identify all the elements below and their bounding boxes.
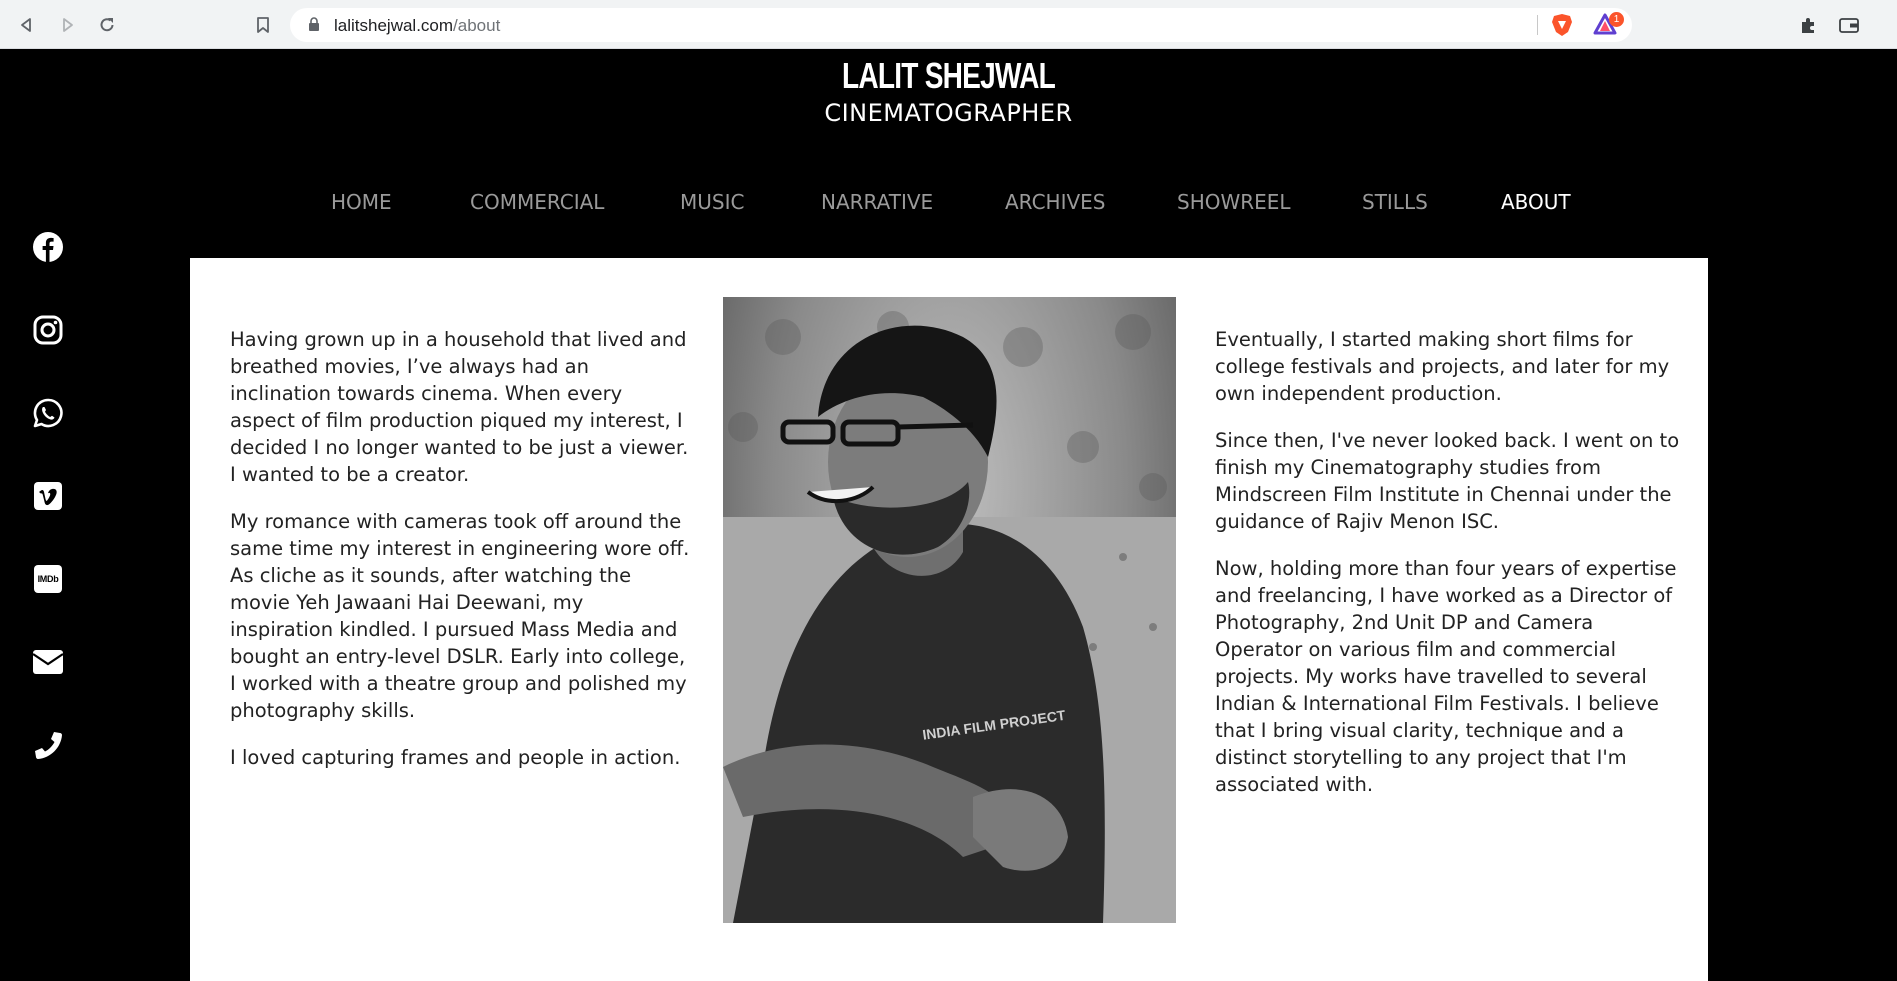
extensions-icon[interactable]: [1795, 12, 1821, 38]
about-paragraph: Eventually, I started making short films…: [1215, 328, 1670, 405]
instagram-icon[interactable]: [28, 310, 68, 350]
forward-icon[interactable]: [54, 12, 80, 38]
browser-toolbar: lalitshejwal.com/about 1: [0, 0, 1897, 49]
brave-rewards-icon[interactable]: 1: [1593, 12, 1625, 37]
imdb-label: IMDb: [34, 565, 62, 593]
bookmark-icon[interactable]: [250, 12, 276, 38]
about-right-column: Eventually, I started making short films…: [1215, 326, 1680, 818]
nav-music[interactable]: MUSIC: [680, 190, 744, 214]
omnibox-divider: [1537, 15, 1538, 35]
about-paragraph: Now, holding more than four years of exp…: [1215, 557, 1677, 796]
about-paragraph: Since then, I've never looked back. I we…: [1215, 429, 1680, 533]
nav-showreel[interactable]: SHOWREEL: [1177, 190, 1291, 214]
brave-shields-icon[interactable]: [1551, 13, 1573, 41]
address-bar[interactable]: lalitshejwal.com/about 1: [290, 8, 1632, 42]
facebook-icon[interactable]: [28, 227, 68, 267]
reload-icon[interactable]: [94, 12, 120, 38]
main-nav: HOME COMMERCIAL MUSIC NARRATIVE ARCHIVES…: [0, 190, 1897, 220]
about-content: Having grown up in a household that live…: [190, 258, 1708, 981]
nav-commercial[interactable]: COMMERCIAL: [470, 190, 604, 214]
url-domain: lalitshejwal.com: [334, 16, 454, 35]
back-icon[interactable]: [14, 12, 40, 38]
nav-archives[interactable]: ARCHIVES: [1005, 190, 1106, 214]
nav-home[interactable]: HOME: [331, 190, 392, 214]
nav-narrative[interactable]: NARRATIVE: [821, 190, 933, 214]
about-left-column: Having grown up in a household that live…: [230, 326, 690, 791]
email-icon[interactable]: [28, 642, 68, 682]
about-paragraph: I loved capturing frames and people in a…: [230, 746, 681, 769]
about-paragraph: Having grown up in a household that live…: [230, 328, 689, 486]
whatsapp-icon[interactable]: [28, 393, 68, 433]
nav-stills[interactable]: STILLS: [1362, 190, 1428, 214]
url-path: /about: [453, 16, 501, 35]
vimeo-icon[interactable]: [28, 476, 68, 516]
portrait-photo: INDIA FILM PROJECT: [723, 297, 1176, 923]
imdb-icon[interactable]: IMDb: [28, 559, 68, 599]
nav-about[interactable]: ABOUT: [1501, 190, 1571, 214]
url-text: lalitshejwal.com/about: [334, 16, 500, 36]
site-tagline: CINEMATOGRAPHER: [824, 99, 1073, 127]
wallet-icon[interactable]: [1836, 12, 1862, 38]
about-paragraph: My romance with cameras took off around …: [230, 510, 690, 722]
lock-icon: [308, 17, 320, 36]
site-logo-text[interactable]: LALIT SHEJWAL: [209, 55, 1689, 97]
page: LALIT SHEJWAL CINEMATOGRAPHER HOME COMME…: [0, 49, 1897, 981]
notification-badge: 1: [1609, 12, 1624, 27]
phone-icon[interactable]: [28, 725, 68, 765]
